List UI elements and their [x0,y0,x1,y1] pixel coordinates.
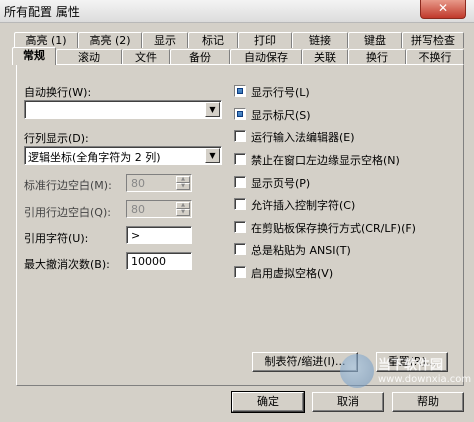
tab-general[interactable]: 常规 [12,47,56,65]
margin-label: 标准行边空白(M): [24,179,112,192]
tab-nowrap[interactable]: 不换行 [406,49,464,65]
column-display-select[interactable]: 逻辑坐标(全角字符为 2 列) ▼ [24,146,222,165]
help-button[interactable]: 帮助 [392,392,464,412]
close-button[interactable]: ✕ [420,0,466,19]
max-undo-input[interactable]: 10000 [126,252,192,270]
spin-down-icon[interactable]: ▼ [176,183,190,190]
tab-scroll[interactable]: 滚动 [56,49,122,65]
auto-wrap-select[interactable]: ▼ [24,100,222,119]
chevron-down-icon: ▼ [205,148,220,163]
tab-autosave[interactable]: 自动保存 [230,49,302,65]
margin-stepper[interactable]: 80 ▲ ▼ [126,174,192,192]
tab-highlight-1[interactable]: 高亮 (1) [14,32,78,48]
tab-association[interactable]: 关联 [302,49,348,65]
auto-wrap-label: 自动换行(W): [24,86,92,99]
quote-char-label: 引用字符(U): [24,232,89,245]
tab-backup[interactable]: 备份 [170,49,230,65]
tab-keyboard[interactable]: 键盘 [348,32,402,48]
chevron-down-icon: ▼ [205,102,220,117]
tab-spellcheck[interactable]: 拼写检查 [402,32,464,48]
ok-button[interactable]: 确定 [231,391,305,413]
max-undo-label: 最大撤消次数(B): [24,258,110,271]
watermark-logo-icon [340,354,374,388]
title-bar: 所有配置 属性 ✕ [0,0,474,23]
tab-print[interactable]: 打印 [238,32,292,48]
spin-down-icon[interactable]: ▼ [176,209,190,216]
window-title: 所有配置 属性 [4,5,80,19]
tab-file[interactable]: 文件 [122,49,170,65]
spin-up-icon[interactable]: ▲ [176,176,190,183]
cancel-button[interactable]: 取消 [312,392,384,412]
tab-highlight-2[interactable]: 高亮 (2) [78,32,142,48]
quote-char-input[interactable]: > [126,226,192,244]
tab-display[interactable]: 显示 [142,32,188,48]
tab-links[interactable]: 链接 [292,32,348,48]
tab-wrap[interactable]: 换行 [348,49,406,65]
close-icon: ✕ [437,1,449,15]
tab-marks[interactable]: 标记 [188,32,238,48]
quote-margin-stepper[interactable]: 80 ▲ ▼ [126,200,192,218]
quote-margin-label: 引用行边空白(Q): [24,206,111,219]
spin-up-icon[interactable]: ▲ [176,202,190,209]
column-display-label: 行列显示(D): [24,132,89,145]
watermark: 当下软件园 www.downxia.com [340,352,471,396]
